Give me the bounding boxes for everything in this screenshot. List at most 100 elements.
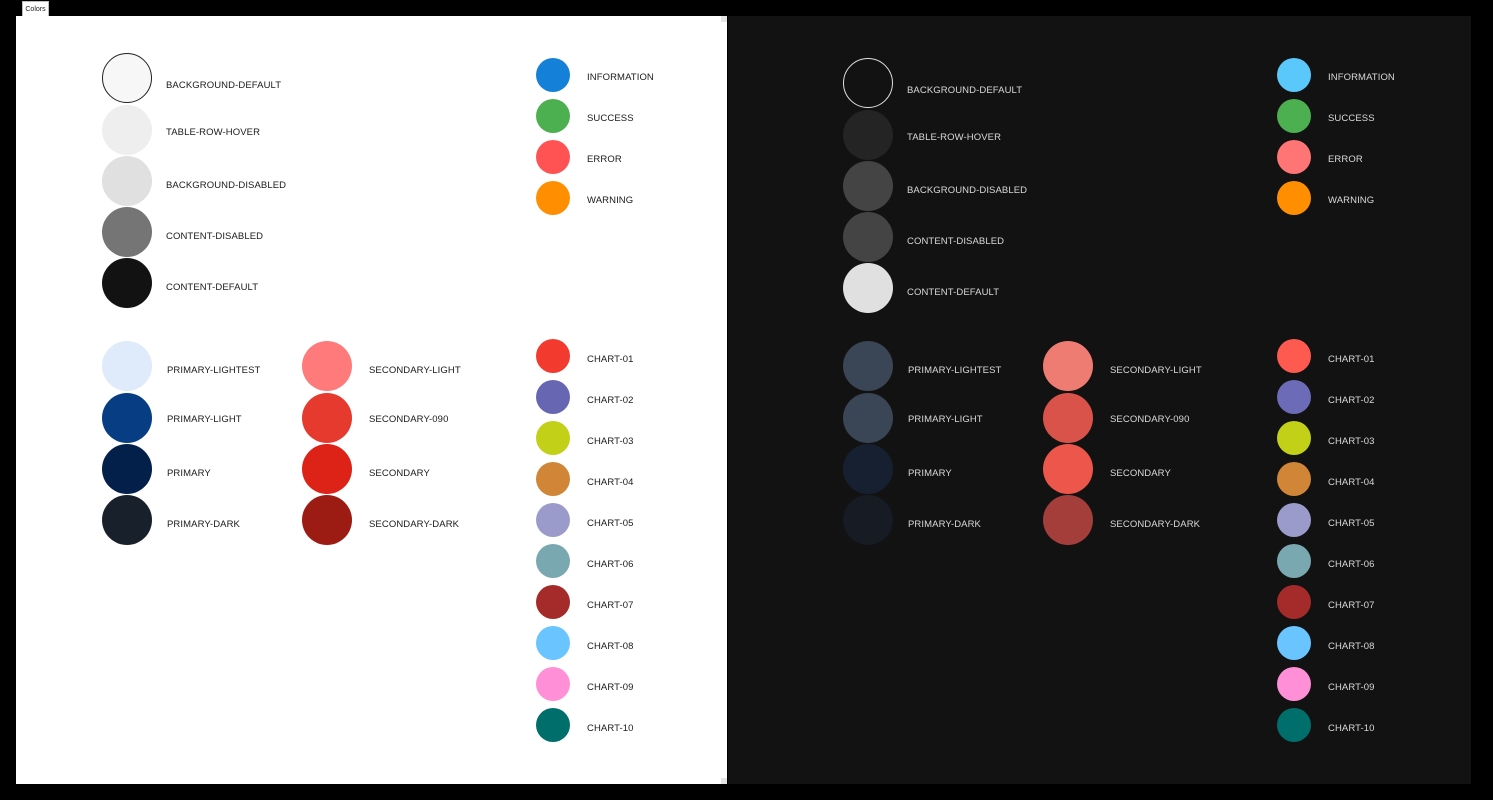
color-circle — [536, 544, 570, 578]
swatch-label: PRIMARY-LIGHT — [908, 414, 983, 425]
color-circle — [102, 156, 152, 206]
swatch-label: CONTENT-DEFAULT — [166, 282, 259, 293]
swatch-label: SECONDARY-090 — [1110, 414, 1190, 425]
color-circle — [102, 105, 152, 155]
swatch-label: INFORMATION — [1328, 72, 1395, 83]
swatch-label: ERROR — [587, 154, 622, 165]
color-circle — [1277, 181, 1311, 215]
swatch-label: PRIMARY-LIGHTEST — [167, 365, 261, 376]
color-circle — [536, 140, 570, 174]
swatch-label: CHART-01 — [587, 354, 634, 365]
swatch-label: INFORMATION — [587, 72, 654, 83]
swatch-label: SECONDARY-DARK — [1110, 519, 1201, 530]
color-circle — [536, 667, 570, 701]
swatch-label: CONTENT-DISABLED — [907, 236, 1005, 247]
color-circle — [843, 58, 893, 108]
swatch-label: CHART-02 — [1328, 395, 1375, 406]
color-circle — [536, 339, 570, 373]
swatch-label: WARNING — [587, 195, 634, 206]
swatch-label: SECONDARY-DARK — [369, 519, 460, 530]
swatch-label: CHART-04 — [587, 477, 634, 488]
swatch-label: CHART-10 — [1328, 723, 1375, 734]
color-circle — [102, 341, 152, 391]
swatch-label: CHART-03 — [1328, 436, 1375, 447]
color-circle — [1277, 544, 1311, 578]
swatch-label: PRIMARY-LIGHTEST — [908, 365, 1002, 376]
color-circle — [1277, 58, 1311, 92]
swatch-label: CHART-01 — [1328, 354, 1375, 365]
swatch-label: CHART-06 — [587, 559, 634, 570]
color-circle — [843, 161, 893, 211]
color-circle — [536, 585, 570, 619]
swatch-label: WARNING — [1328, 195, 1375, 206]
swatch-label: PRIMARY — [908, 468, 952, 479]
color-circle — [536, 181, 570, 215]
light-theme-panel: BACKGROUND-DEFAULT TABLE-ROW-HOVER BACKGRO… — [16, 16, 727, 784]
color-circle — [302, 393, 352, 443]
color-circle — [1277, 503, 1311, 537]
color-circle — [1043, 444, 1093, 494]
color-circle — [1277, 708, 1311, 742]
swatch-label: CHART-08 — [587, 641, 634, 652]
swatch-label: CHART-04 — [1328, 477, 1375, 488]
color-circle — [1043, 393, 1093, 443]
color-circle — [1277, 339, 1311, 373]
color-circle — [1277, 626, 1311, 660]
color-circle — [102, 393, 152, 443]
swatch-label: SECONDARY — [1110, 468, 1171, 479]
color-circle — [536, 380, 570, 414]
color-circle — [843, 495, 893, 545]
color-circle — [843, 110, 893, 160]
swatch-label: TABLE-ROW-HOVER — [166, 127, 261, 138]
color-circle — [843, 263, 893, 313]
dark-theme-panel: BACKGROUND-DEFAULT TABLE-ROW-HOVER BACKGRO… — [728, 16, 1471, 784]
swatch-label: SECONDARY-LIGHT — [1110, 365, 1202, 376]
swatch-label: PRIMARY-DARK — [908, 519, 981, 530]
swatch-label: CHART-06 — [1328, 559, 1375, 570]
color-circle — [536, 626, 570, 660]
color-circle — [1277, 585, 1311, 619]
color-circle — [102, 444, 152, 494]
swatch-label: PRIMARY-LIGHT — [167, 414, 242, 425]
color-circle — [536, 708, 570, 742]
color-circle — [843, 444, 893, 494]
color-circle — [536, 421, 570, 455]
swatch-label: CHART-02 — [587, 395, 634, 406]
swatch-label: SUCCESS — [1328, 113, 1375, 124]
swatch-label: TABLE-ROW-HOVER — [907, 132, 1002, 143]
color-circle — [102, 207, 152, 257]
color-circle — [1277, 421, 1311, 455]
swatch-label: ERROR — [1328, 154, 1363, 165]
color-circle — [1277, 99, 1311, 133]
color-circle — [102, 53, 152, 103]
color-circle — [536, 503, 570, 537]
swatch-label: SECONDARY-090 — [369, 414, 449, 425]
color-circle — [102, 258, 152, 308]
color-circle — [302, 341, 352, 391]
swatch-label: CHART-05 — [1328, 518, 1375, 529]
swatch-label: SECONDARY-LIGHT — [369, 365, 461, 376]
swatch-label: SUCCESS — [587, 113, 634, 124]
color-circle — [536, 58, 570, 92]
swatch-label: CHART-10 — [587, 723, 634, 734]
color-circle — [843, 341, 893, 391]
color-circle — [1277, 380, 1311, 414]
swatch-label: CHART-03 — [587, 436, 634, 447]
swatch-label: CHART-05 — [587, 518, 634, 529]
swatch-label: PRIMARY-DARK — [167, 519, 240, 530]
color-circle — [843, 212, 893, 262]
color-circle — [1277, 140, 1311, 174]
resize-handle-top[interactable] — [721, 16, 727, 22]
swatch-label: CHART-07 — [1328, 600, 1375, 611]
swatch-label: CHART-09 — [1328, 682, 1375, 693]
color-circle — [1277, 462, 1311, 496]
swatch-label: BACKGROUND-DISABLED — [166, 180, 287, 191]
swatch-label: CONTENT-DISABLED — [166, 231, 264, 242]
swatch-label: CHART-07 — [587, 600, 634, 611]
color-circle — [536, 462, 570, 496]
color-circle — [536, 99, 570, 133]
resize-handle-bottom[interactable] — [721, 778, 727, 784]
swatch-label: SECONDARY — [369, 468, 430, 479]
swatch-label: CHART-09 — [587, 682, 634, 693]
color-circle — [843, 393, 893, 443]
